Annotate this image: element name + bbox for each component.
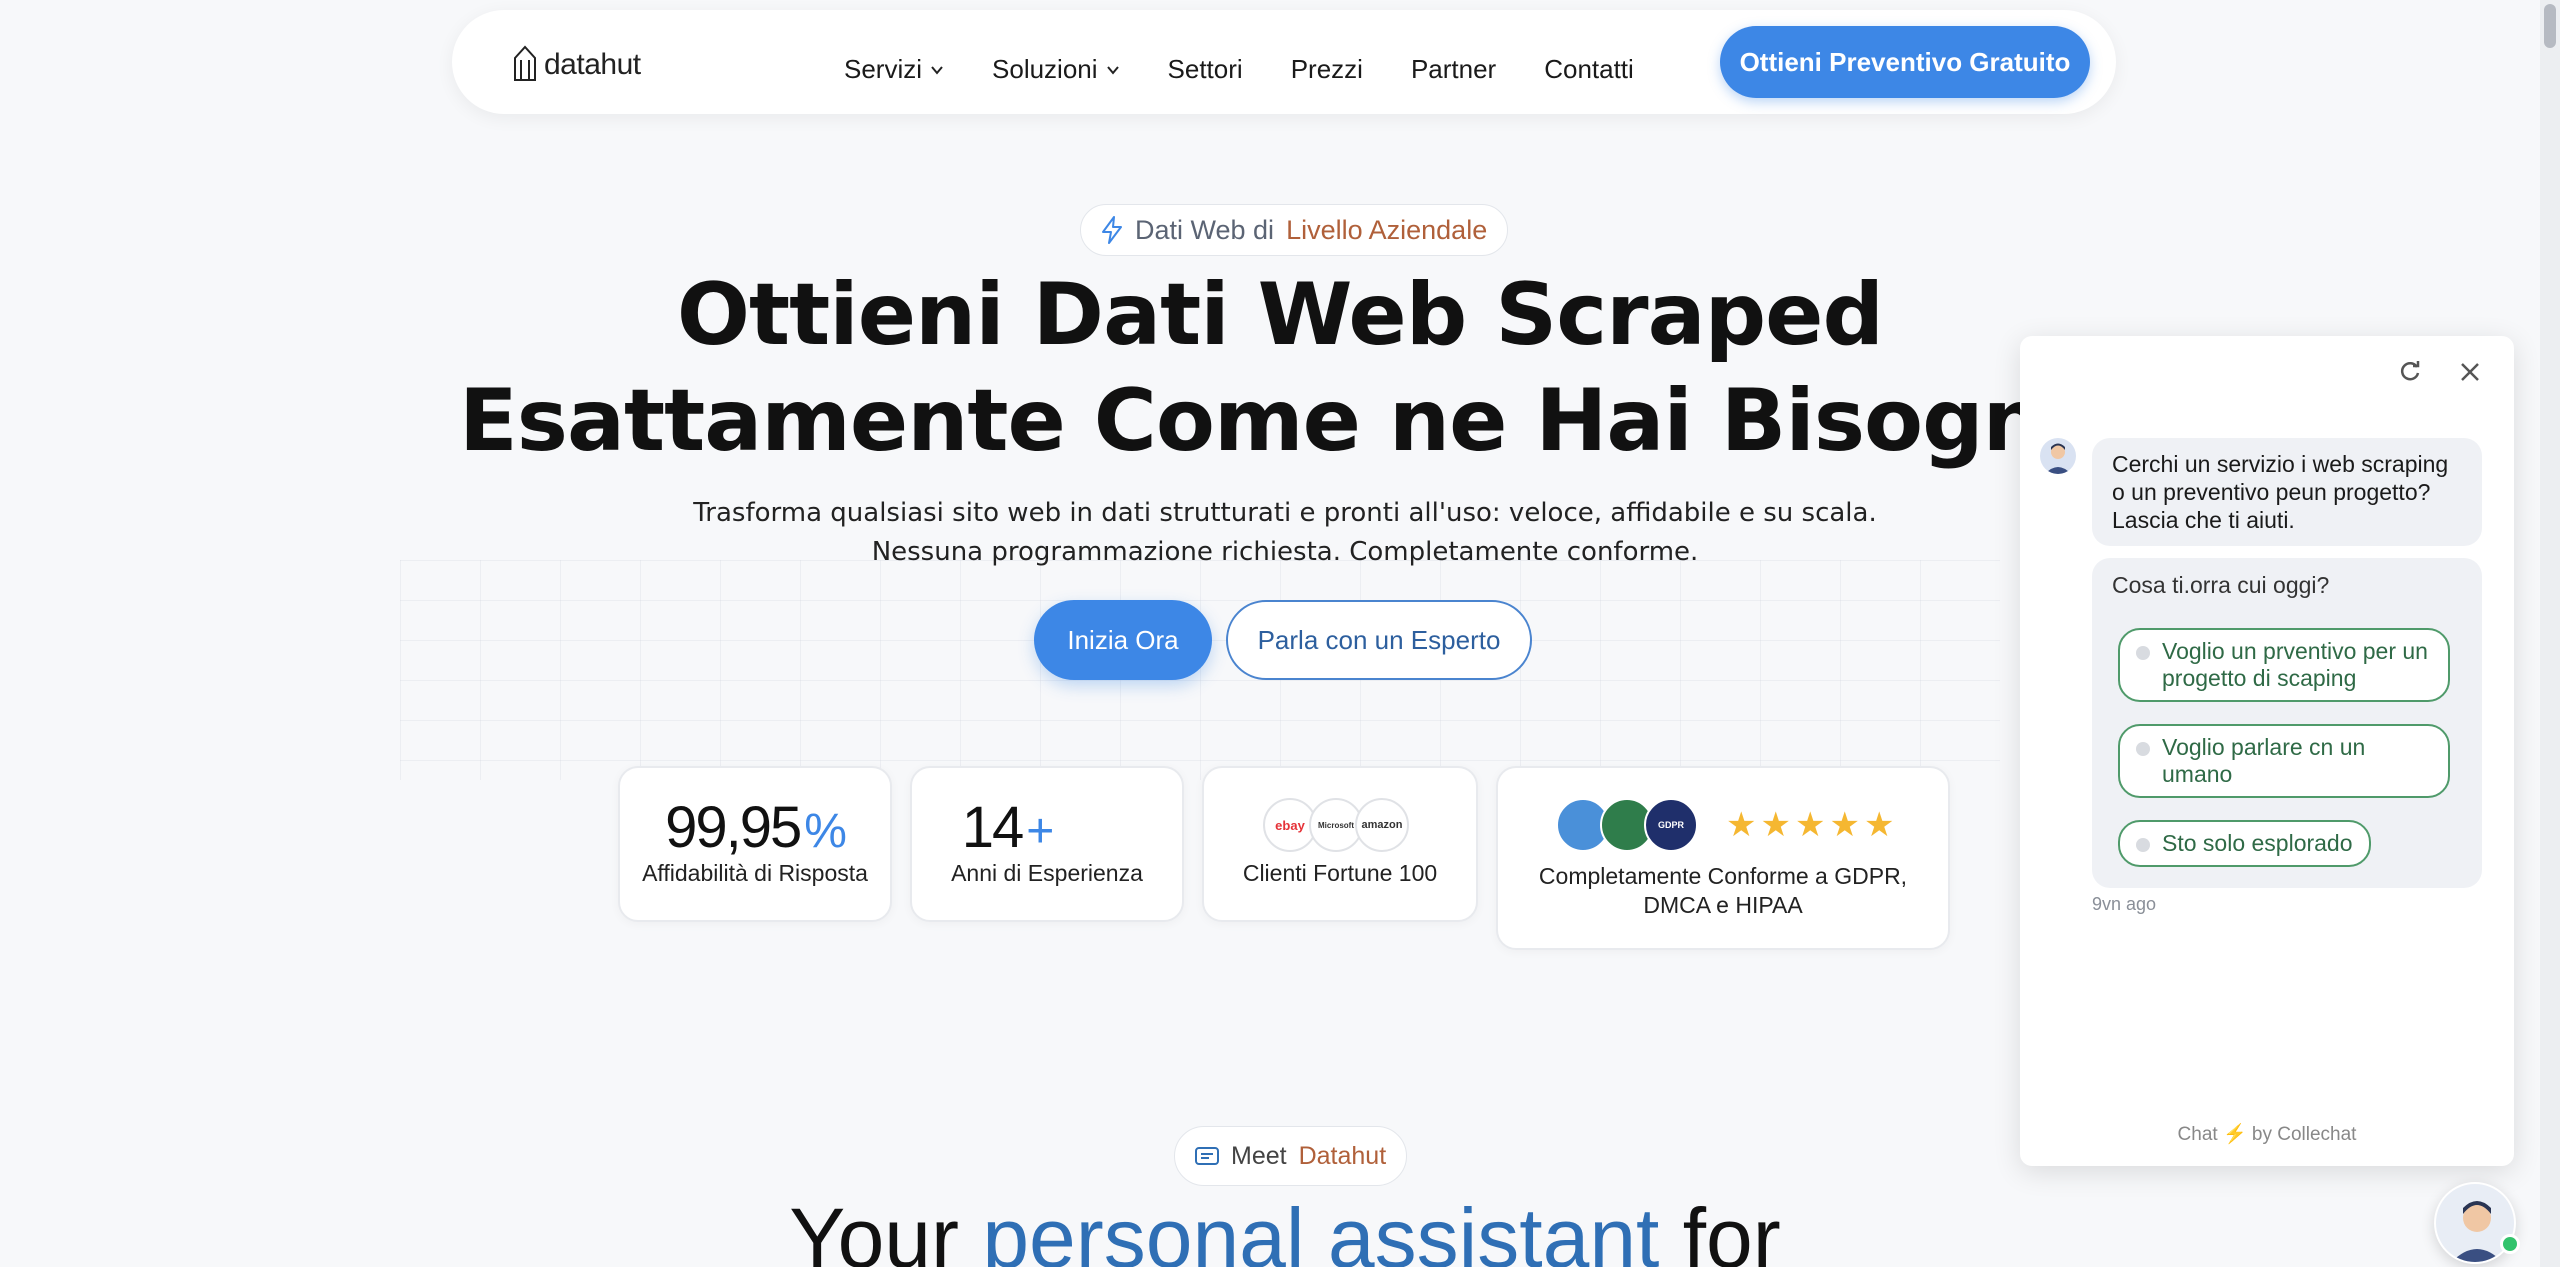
client-logos: ebay Microsoft amazon [1204,798,1476,852]
chat-options-card: Cosa ti.orra cui oggi? Voglio un prventi… [2092,558,2482,888]
scrollbar-thumb[interactable] [2544,4,2556,48]
nav-links: Servizi Soluzioni Settori Prezzi Partner… [844,54,1634,85]
chat-card-icon [1195,1147,1219,1165]
star-icon: ★ [1829,806,1860,844]
stat-label: Anni di Esperienza [951,860,1143,886]
stat-value: 14+ [961,795,1055,860]
star-icon: ★ [1794,806,1826,844]
stat-card-clients: ebay Microsoft amazon Clienti Fortune 10… [1202,766,1478,922]
datahut-logo-icon [514,45,536,81]
hero-tag-pill: Dati Web di Livello Aziendale [1080,204,1509,256]
stat-card-experience: 14+ Anni di Esperienza [910,766,1184,922]
section-title: Your personal assistant for [789,1191,1781,1267]
chevron-down-icon [1106,65,1119,75]
logo-text: datahut [544,48,641,81]
stat-label: Affidabilità di Risposta [642,860,868,886]
nav-item-servizi[interactable]: Servizi [844,54,944,85]
hero-background-grid [400,560,2000,780]
hero-tag-text-1: Dati Web di [1135,214,1275,245]
nav-item-partner[interactable]: Partner [1411,54,1496,85]
radio-dot-icon [2136,838,2150,852]
start-now-button[interactable]: Inizia Ora [1034,600,1212,680]
nav-item-settori[interactable]: Settori [1168,54,1243,85]
refresh-icon[interactable] [2396,358,2424,386]
lightning-icon [1102,216,1122,244]
amazon-logo: amazon [1355,798,1409,852]
radio-dot-icon [2136,646,2150,660]
stat-card-reliability: 99,95% Affidabilità di Risposta [618,766,892,922]
talk-to-expert-button[interactable]: Parla con un Esperto [1226,600,1532,680]
radio-dot-icon [2136,742,2150,756]
top-navigation-bar: datahut Servizi Soluzioni Settori Prezzi… [452,10,2116,114]
online-status-dot [2500,1234,2520,1254]
chat-greeting-bubble: Cerchi un servizio i web scraping o un p… [2092,438,2482,546]
stat-label: Completamente Conforme a GDPR, DMCA e HI… [1538,863,1908,918]
chat-widget: Cerchi un servizio i web scraping o un p… [2020,336,2514,1166]
bot-avatar [2040,438,2076,474]
stat-value: 99,95% [665,795,847,860]
star-icon: ★ [1863,806,1895,844]
nav-item-soluzioni[interactable]: Soluzioni [992,54,1120,85]
nav-item-contatti[interactable]: Contatti [1544,54,1634,85]
chat-powered-by[interactable]: Chat ⚡ by Collechat [2020,1122,2514,1146]
logo[interactable]: datahut [512,44,641,82]
stat-label: Clienti Fortune 100 [1242,860,1438,886]
chat-timestamp: 9vn ago [2092,894,2157,914]
gdpr-badge-icon: GDPR [1644,798,1698,852]
star-icon: ★ [1760,806,1791,844]
free-quote-button[interactable]: Ottieni Preventivo Gratuito [1720,26,2090,98]
star-icon: ★ [1726,806,1757,844]
chat-option-exploring[interactable]: Sto solo esplorado [2118,820,2371,867]
chat-option-quote[interactable]: Voglio un prventivo per un progetto di s… [2118,628,2450,702]
lightning-icon: ⚡ [2222,1124,2247,1145]
meet-datahut-pill: Meet Datahut [1174,1126,1408,1186]
chat-option-human[interactable]: Voglio parlare cn un umano [2118,724,2450,798]
rating-stars: ★ ★ ★ ★ ★ [1726,805,1894,845]
hero-tag-text-2: Livello Aziendale [1286,214,1488,245]
nav-item-prezzi[interactable]: Prezzi [1291,54,1363,85]
chat-question: Cosa ti.orra cui oggi? [2112,572,2330,598]
close-icon[interactable] [2456,358,2484,386]
compliance-badges: GDPR ★ ★ ★ ★ ★ [1556,798,1894,852]
scrollbar[interactable] [2540,0,2560,1267]
stat-card-compliance: GDPR ★ ★ ★ ★ ★ Completamente Conforme a … [1496,766,1950,950]
chevron-down-icon [931,65,943,75]
